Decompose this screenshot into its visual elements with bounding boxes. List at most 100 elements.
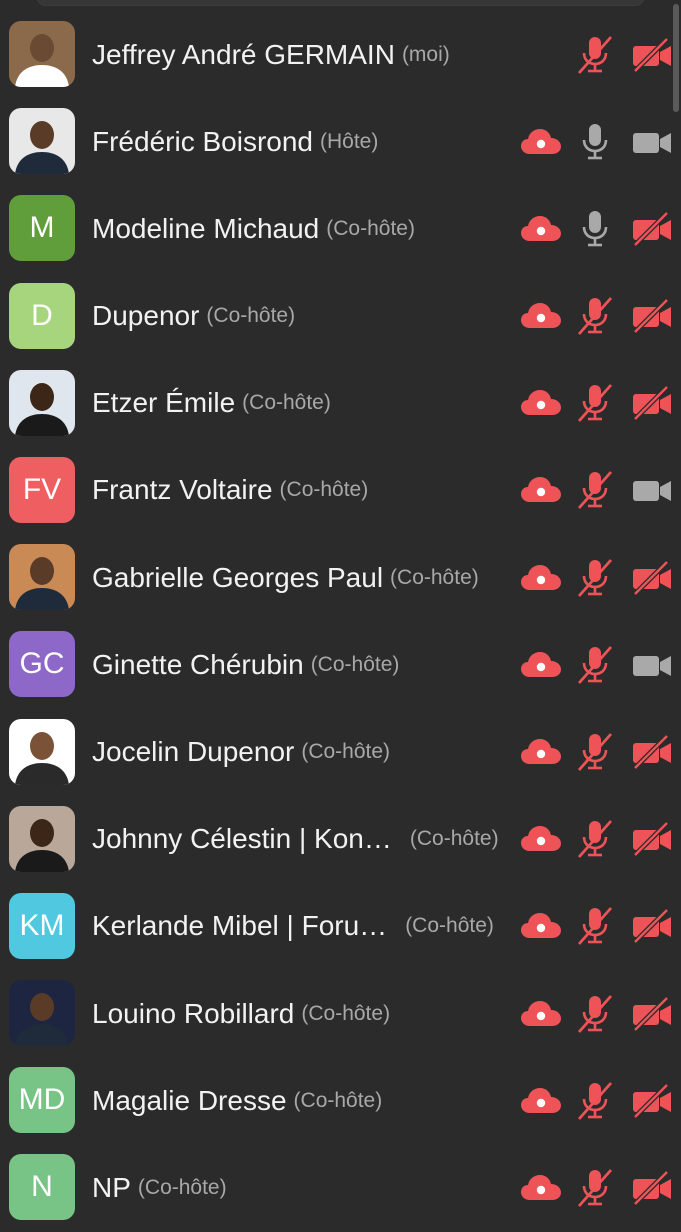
participant-name: Kerlande Mibel | Foru… [92, 910, 388, 942]
video-off-icon [631, 34, 673, 76]
participant-name: Johnny Célestin | Kon… [92, 823, 392, 855]
mic-icon [577, 121, 613, 163]
participant-role: (Co-hôte) [301, 740, 391, 763]
participant-row[interactable]: Louino Robillard (Co-hôte) [0, 970, 681, 1057]
mic-muted-icon [577, 295, 613, 337]
participant-row[interactable]: Johnny Célestin | Kon… (Co-hôte) [0, 796, 681, 883]
participant-name: Dupenor [92, 300, 200, 332]
participant-name-wrap: Frédéric Boisrond (Hôte) [92, 98, 378, 185]
cloud-recording-icon [519, 644, 563, 686]
participant-name-wrap: Jeffrey André GERMAIN (moi) [92, 11, 450, 98]
participant-role: (Co-hôte) [405, 914, 494, 938]
participant-name: Frédéric Boisrond [92, 125, 313, 157]
participant-role: (Co-hôte) [279, 478, 369, 502]
participant-name: Ginette Chérubin [92, 648, 304, 680]
participant-name-wrap: Louino Robillard (Co-hôte) [92, 970, 390, 1057]
avatar [9, 805, 75, 872]
video-off-icon [631, 295, 673, 337]
avatar-initials: KM [19, 908, 65, 942]
cloud-recording-icon [519, 993, 563, 1035]
cloud-recording-icon [519, 818, 563, 860]
video-off-icon [631, 1167, 673, 1209]
avatar-initials: FV [22, 472, 62, 506]
participant-role: (Co-hôte) [390, 565, 479, 589]
participant-name-wrap: Magalie Dresse (Co-hôte) [92, 1057, 382, 1144]
participant-role: (Hôte) [319, 129, 379, 153]
search-bar-edge[interactable] [36, 0, 645, 6]
video-off-icon [631, 557, 673, 599]
participant-name: Jocelin Dupenor [92, 736, 295, 767]
participant-status-icons [519, 709, 673, 796]
participant-name-wrap: Kerlande Mibel | Foru… (Co-hôte) [92, 883, 494, 970]
participant-status-icons [519, 447, 673, 534]
participant-status-icons [519, 621, 673, 708]
participant-row[interactable]: KM Kerlande Mibel | Foru… (Co-hôte) [0, 883, 681, 970]
participant-name-wrap: Ginette Chérubin (Co-hôte) [92, 621, 399, 708]
participant-name: Modeline Michaud [92, 212, 320, 244]
mic-icon [577, 208, 613, 250]
participant-status-icons [519, 360, 673, 447]
participant-status-icons [519, 534, 673, 621]
participant-role: (Co-hôte) [409, 827, 499, 851]
video-off-icon [631, 818, 673, 860]
avatar [9, 108, 75, 175]
participant-status-icons [519, 185, 673, 272]
participant-name-wrap: Modeline Michaud (Co-hôte) [92, 185, 415, 272]
video-off-icon [631, 731, 673, 773]
avatar: KM [9, 892, 75, 959]
avatar [9, 980, 75, 1047]
avatar-initials: M [29, 211, 55, 245]
participant-name: Jeffrey André GERMAIN [92, 38, 395, 70]
cloud-recording-icon [519, 1080, 563, 1122]
video-icon [631, 121, 673, 163]
video-icon [631, 644, 673, 686]
participant-row[interactable]: M Modeline Michaud (Co-hôte) [0, 185, 681, 272]
avatar: GC [9, 631, 75, 698]
participant-status-icons [519, 1144, 673, 1231]
cloud-recording-icon [519, 557, 563, 599]
mic-muted-icon [577, 818, 613, 860]
participant-row[interactable]: Jeffrey André GERMAIN (moi) [0, 11, 681, 98]
participant-role: (Co-hôte) [293, 1088, 383, 1112]
participant-status-icons [519, 883, 673, 970]
cloud-recording-icon [519, 1167, 563, 1209]
participant-name-wrap: Etzer Émile (Co-hôte) [92, 360, 331, 447]
participant-role: (Co-hôte) [137, 1175, 227, 1199]
participant-row[interactable]: Frédéric Boisrond (Hôte) [0, 98, 681, 185]
mic-muted-icon [577, 557, 613, 599]
mic-muted-icon [577, 905, 613, 947]
video-off-icon [631, 993, 673, 1035]
participant-row[interactable]: Etzer Émile (Co-hôte) [0, 360, 681, 447]
cloud-recording-icon [519, 905, 563, 947]
participant-row[interactable]: Gabrielle Georges Paul (Co-hôte) [0, 534, 681, 621]
participant-row[interactable]: FV Frantz Voltaire (Co-hôte) [0, 447, 681, 534]
video-off-icon [631, 1080, 673, 1122]
avatar-initials: N [31, 1170, 53, 1204]
mic-muted-icon [577, 1167, 613, 1209]
participant-row[interactable]: MD Magalie Dresse (Co-hôte) [0, 1057, 681, 1144]
cloud-recording-icon [519, 382, 563, 424]
participant-row[interactable]: N NP (Co-hôte) [0, 1144, 681, 1231]
video-off-icon [631, 208, 673, 250]
participant-role: (moi) [401, 42, 450, 66]
participant-status-icons [519, 273, 673, 360]
participant-role: (Co-hôte) [310, 652, 400, 676]
mic-muted-icon [577, 1080, 613, 1122]
video-off-icon [631, 382, 673, 424]
participant-row[interactable]: D Dupenor (Co-hôte) [0, 273, 681, 360]
participant-name-wrap: NP (Co-hôte) [92, 1144, 227, 1231]
participant-row[interactable]: Jocelin Dupenor (Co-hôte) [0, 709, 681, 796]
mic-muted-icon [577, 644, 613, 686]
participant-list: Jeffrey André GERMAIN (moi) Frédéric Boisr… [0, 11, 681, 1232]
participant-status-icons [519, 98, 673, 185]
avatar: MD [9, 1067, 75, 1134]
mic-muted-icon [577, 993, 613, 1035]
participant-row[interactable]: GC Ginette Chérubin (Co-hôte) [0, 621, 681, 708]
mic-muted-icon [577, 34, 613, 76]
mic-muted-icon [577, 731, 613, 773]
avatar-initials: MD [18, 1083, 66, 1117]
participant-name: Frantz Voltaire [92, 474, 273, 506]
video-off-icon [631, 905, 673, 947]
avatar-initials: GC [19, 647, 65, 681]
participant-name: Louino Robillard [92, 997, 295, 1029]
